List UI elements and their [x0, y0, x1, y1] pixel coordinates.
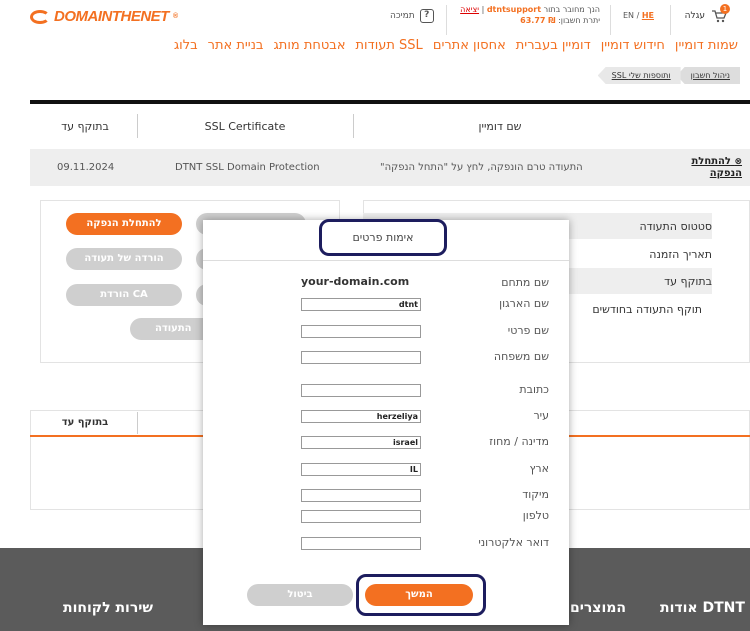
balance-label: יתרת חשבון: [558, 16, 600, 25]
nav-hebrew-domain[interactable]: דומיין בעברית [516, 38, 591, 53]
label-order-date: תאריך הזמנה [649, 248, 712, 261]
footer-service[interactable]: שירות לקוחות [63, 600, 153, 616]
main-nav: שמות דומיין חידוש דומיין דומיין בעברית א… [174, 38, 738, 53]
nav-brand-protection[interactable]: אבטחת מותג [273, 38, 345, 53]
close-circle-icon: ⊗ [734, 157, 742, 167]
divider [30, 100, 750, 104]
nav-hosting[interactable]: אחסון אתרים [433, 38, 506, 53]
language-switch: EN / HE [623, 11, 654, 20]
last-name-input[interactable] [301, 351, 421, 364]
country-label: ארץ [529, 462, 550, 475]
support-label: תמיכה [390, 11, 415, 21]
row-date: 09.11.2024 [57, 162, 115, 173]
cancel-button[interactable]: ביטול [247, 584, 353, 606]
nav-domains[interactable]: שמות דומיין [675, 38, 738, 53]
row-product: DTNT SSL Domain Protection [175, 162, 320, 173]
user-info: הנך מחובר בתור dtntsupport | יציאה יתרת … [460, 5, 600, 25]
breadcrumb: ניהול חשבון SSL ותוספות שלי [597, 67, 740, 84]
cart-label: עגלה [684, 11, 705, 21]
city-label: עיר [533, 409, 549, 422]
breadcrumb-account[interactable]: ניהול חשבון [676, 67, 740, 84]
cart-badge: 1 [720, 4, 730, 14]
modal-title: אימות פרטים [352, 231, 414, 244]
org-input[interactable]: dtnt [301, 298, 421, 311]
state-input[interactable]: israel [301, 436, 421, 449]
lang-en[interactable]: EN [623, 11, 634, 20]
address-label: כתובת [519, 383, 549, 396]
col-header-ssl: SSL Certificate [204, 120, 286, 133]
breadcrumb-ssl[interactable]: SSL ותוספות שלי [597, 67, 681, 84]
zip-label: מיקוד [522, 488, 549, 501]
row-status: התעודה טרם הונפקה, לחץ על "התחל הנפקה" [380, 162, 583, 173]
city-input[interactable]: herzeliya [301, 410, 421, 423]
download-ca-button[interactable]: הורדת CA [66, 284, 182, 306]
cart[interactable]: עגלה 1 [685, 4, 730, 27]
state-label: מדינה / מחוז [489, 435, 549, 448]
nav-ssl[interactable]: תעודות SSL [356, 38, 423, 53]
continue-button[interactable]: המשך [365, 584, 473, 606]
label-valid-until: בתוקף עד [664, 275, 712, 288]
footer-about[interactable]: אודות DTNT [660, 600, 745, 616]
col-header-domain: שם דומיין [478, 120, 522, 133]
col-header-valid: בתוקף עד [61, 120, 109, 133]
nav-blog[interactable]: בלוג [174, 38, 198, 53]
logo-swirl-icon [30, 9, 50, 24]
last-name-label: שם משפחה [493, 350, 549, 363]
label-cert-status: סטטוס התעודה [639, 220, 712, 233]
footer-products[interactable]: המוצרים [570, 600, 626, 616]
logout-link[interactable]: יציאה [460, 5, 479, 14]
email-input[interactable] [301, 537, 421, 550]
site-logo[interactable]: DOMAINTHENET ® [30, 8, 178, 25]
logo-text: DOMAINTHENET [54, 8, 169, 25]
nav-site-builder[interactable]: בניית אתר [208, 38, 264, 53]
help-icon: ? [419, 9, 434, 23]
verify-details-modal: אימות פרטים שם מתחם your-domain.com שם ה… [203, 219, 569, 625]
org-label: שם הארגון [499, 297, 549, 310]
username: dtntsupport [486, 5, 542, 14]
lang-he[interactable]: HE [642, 11, 654, 20]
phone-input[interactable] [301, 510, 421, 523]
start-issue-button[interactable]: להתחלת הנפקה [66, 213, 182, 235]
download-cert-button[interactable]: הורדה של תעודה [66, 248, 182, 270]
address-input[interactable] [301, 384, 421, 397]
balance-value: ₪ 63.77 [520, 16, 556, 25]
nav-renew[interactable]: חידוש דומיין [601, 38, 665, 53]
support-link[interactable]: תמיכה ? [390, 9, 434, 23]
country-input[interactable]: IL [301, 463, 421, 476]
start-issue-link[interactable]: ⊗ להתחלת הנפקה [687, 156, 742, 180]
zip-input[interactable] [301, 489, 421, 502]
modal-header-divider [203, 260, 569, 261]
domain-label: שם מתחם [501, 276, 549, 289]
email-label: דואר אלקטרוני [478, 536, 549, 549]
domain-value: your-domain.com [301, 275, 410, 288]
first-name-input[interactable] [301, 325, 421, 338]
table2-col-valid: בתוקף עד [61, 417, 109, 428]
label-validity-months: תוקף התעודה בחודשים [592, 303, 702, 316]
first-name-label: שם פרטי [507, 324, 549, 337]
connected-label: הנך מחובר בתור [543, 5, 600, 14]
phone-label: טלפון [522, 509, 549, 522]
